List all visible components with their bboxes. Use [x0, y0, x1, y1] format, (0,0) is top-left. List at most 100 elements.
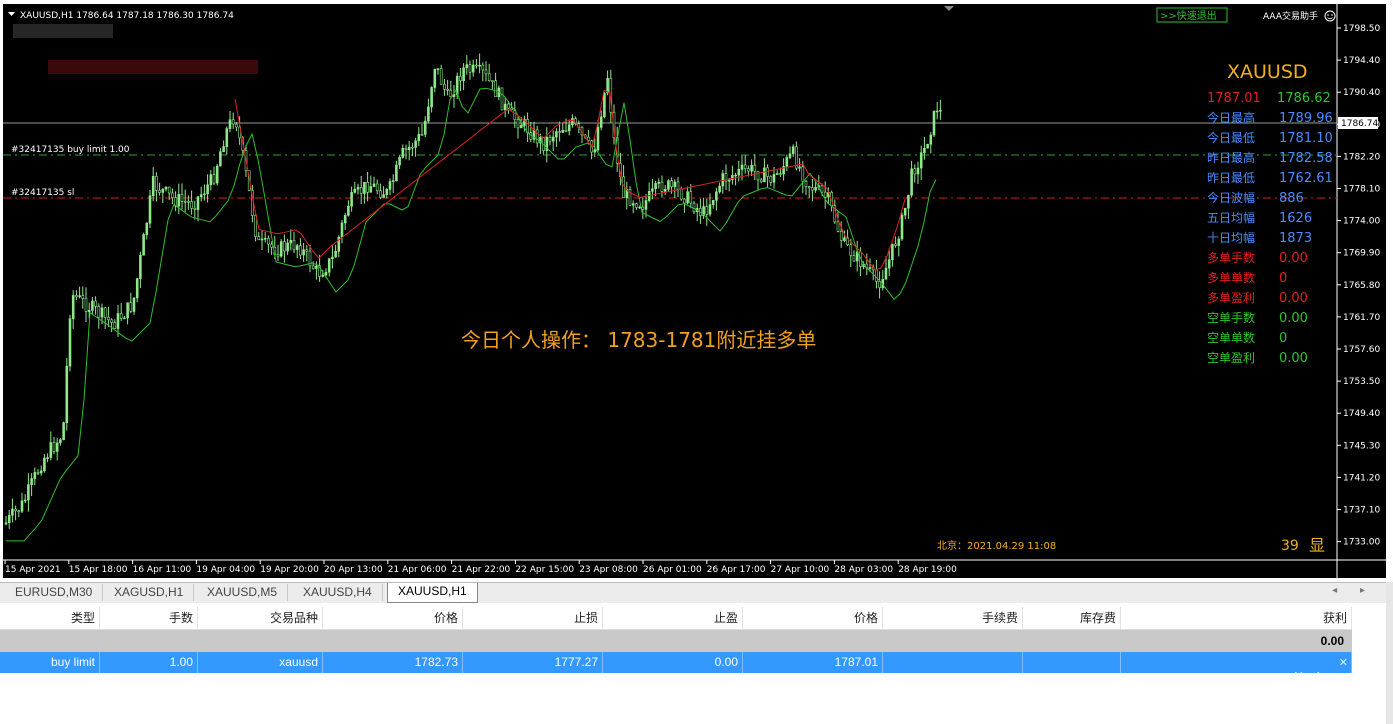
chart-tab[interactable]: XAUUSD,H4: [293, 584, 383, 601]
candle-body: [446, 88, 449, 91]
candle-body: [158, 190, 161, 193]
chart-window[interactable]: XAUUSD,H1 1786.64 1787.18 1786.30 1786.7…: [0, 0, 1393, 582]
column-header[interactable]: 手数: [100, 607, 198, 629]
time-tick-label: 15 Apr 18:00: [69, 565, 128, 575]
order-row[interactable]: buy limit 1.00 xauusd 1782.73 1777.27 0.00 178…: [0, 652, 1352, 673]
candle-body: [491, 80, 494, 82]
chart-menu-icon[interactable]: [8, 12, 15, 16]
candle-body: [65, 365, 69, 424]
candle-body: [923, 147, 926, 154]
column-header[interactable]: 类型: [0, 607, 100, 629]
candle-body: [212, 174, 216, 184]
candle-body: [369, 186, 373, 193]
candle-body: [555, 131, 558, 138]
terminal-scrollbar[interactable]: [1386, 582, 1393, 724]
time-tick-label: 21 Apr 06:00: [388, 565, 447, 575]
candle-body: [87, 310, 91, 313]
price-chart[interactable]: XAUUSD,H1 1786.64 1787.18 1786.30 1786.7…: [3, 4, 1386, 578]
panel-row-label: 多单手数: [1207, 250, 1255, 265]
candle-body: [199, 194, 203, 198]
close-order-icon[interactable]: ✕: [1339, 656, 1348, 669]
candle-body: [55, 442, 59, 452]
candle-body: [183, 200, 187, 203]
chart-tab[interactable]: XAUUSD,M5: [197, 584, 289, 601]
candle-body: [843, 237, 846, 241]
candle-body: [487, 73, 491, 81]
panel-row-label: 空单单数: [1207, 330, 1255, 345]
price-tick-label: 1741.20: [1343, 473, 1380, 483]
candle-body: [593, 149, 597, 153]
time-tick-label: 28 Apr 19:00: [898, 565, 957, 575]
summary-profit: 0.00: [1320, 634, 1344, 648]
candle-body: [599, 116, 603, 128]
ea-name-label: AAA交易助手: [1263, 10, 1318, 22]
candle-body: [331, 256, 334, 259]
candle-body: [155, 175, 158, 191]
candle-body: [430, 87, 433, 108]
candle-body: [167, 186, 171, 194]
chart-tab[interactable]: XAGUSD,H1: [104, 584, 195, 601]
candle-body: [366, 181, 369, 193]
candle-body: [353, 188, 357, 193]
smiley-icon: [1324, 10, 1336, 22]
column-header[interactable]: 价格: [323, 607, 463, 629]
candle-body: [750, 164, 753, 172]
candle-body: [443, 83, 446, 90]
candle-body: [459, 75, 462, 81]
chart-tab[interactable]: XAUUSD,H1: [387, 583, 478, 603]
candle-body: [667, 180, 670, 190]
candle-body: [327, 258, 331, 273]
candle-body: [868, 267, 872, 269]
candle-body: [935, 110, 939, 113]
candle-body: [753, 164, 757, 172]
candle-body: [894, 243, 897, 246]
candle-body: [836, 221, 840, 232]
candle-body: [606, 78, 609, 94]
panel-bid: 1787.01: [1207, 91, 1261, 106]
candle-body: [567, 124, 571, 132]
panel-row-value: 0.00: [1279, 311, 1308, 326]
candle-body: [203, 193, 206, 196]
candle-body: [119, 313, 123, 319]
tab-scroll-arrows-icon[interactable]: ◂ ▸: [1332, 585, 1375, 596]
candle-body: [638, 206, 641, 209]
candle-body: [478, 64, 481, 67]
candle-body: [49, 442, 53, 458]
panel-row-value: 1762.61: [1279, 171, 1333, 186]
candle-body: [14, 508, 17, 512]
candle-body: [519, 125, 523, 129]
candle-body: [379, 190, 382, 198]
candle-body: [561, 130, 565, 133]
chart-tab[interactable]: EURUSD,M30: [5, 584, 104, 601]
candle-body: [759, 179, 763, 183]
time-tick-label: 23 Apr 08:00: [579, 565, 638, 575]
candle-body: [286, 242, 289, 252]
time-tick-label: 19 Apr 04:00: [196, 565, 255, 575]
order-cell: [1023, 652, 1121, 673]
candle-body: [139, 254, 142, 279]
candle-body: [372, 183, 376, 187]
candle-body: [334, 250, 337, 258]
panel-row-value: 1873: [1279, 231, 1312, 246]
candle-body: [823, 191, 827, 198]
column-header[interactable]: 获利: [1121, 607, 1352, 629]
candle-body: [820, 185, 824, 193]
column-header[interactable]: 止损: [463, 607, 603, 629]
candle-body: [411, 146, 414, 149]
candle-body: [295, 245, 299, 250]
column-header[interactable]: 止盈: [603, 607, 743, 629]
candle-body: [97, 306, 101, 318]
column-header[interactable]: 手续费: [883, 607, 1023, 629]
column-header[interactable]: 价格: [743, 607, 883, 629]
panel-row-value: 1626: [1279, 211, 1312, 226]
column-header[interactable]: 交易品种: [198, 607, 323, 629]
time-axis: 15 Apr 2021 15 Apr 18:00 16 Apr 11:00 19 Ap…: [4, 560, 957, 575]
candle-body: [23, 499, 27, 502]
candlestick-series: [4, 53, 942, 529]
candle-body: [315, 265, 318, 269]
column-header[interactable]: 库存费: [1023, 607, 1121, 629]
price-tick-label: 1778.10: [1343, 185, 1380, 195]
candle-body: [135, 278, 139, 299]
panel-row-value: 1781.10: [1279, 131, 1333, 146]
candle-body: [129, 302, 133, 312]
